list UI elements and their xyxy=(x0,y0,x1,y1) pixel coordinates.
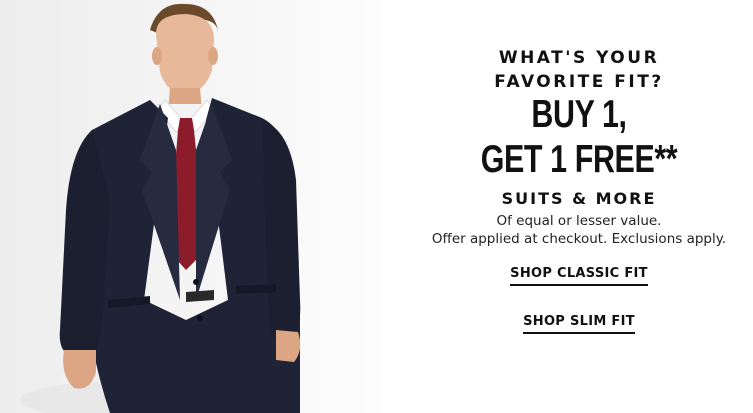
offer-note-line-2: Offer applied at checkout. Exclusions ap… xyxy=(431,231,727,247)
headline-line-1: BUY 1, xyxy=(531,93,627,136)
shop-classic-fit-link[interactable]: SHOP CLASSIC FIT xyxy=(510,266,648,286)
promo-copy: WHAT'S YOUR FAVORITE FIT? BUY 1, GET 1 F… xyxy=(405,46,753,334)
subhead: SUITS & MORE xyxy=(501,189,657,208)
shop-slim-fit-link[interactable]: SHOP SLIM FIT xyxy=(523,314,635,334)
eyebrow-line-2: FAVORITE FIT? xyxy=(494,72,664,92)
classic-fit-wrap: SHOP CLASSIC FIT xyxy=(405,262,753,286)
offer-note-line-1: Of equal or lesser value. xyxy=(496,213,662,229)
model-photo xyxy=(20,3,301,413)
headline-line-2: GET 1 FREE** xyxy=(480,138,678,181)
slim-fit-wrap: SHOP SLIM FIT xyxy=(405,310,753,334)
promo-banner[interactable]: WHAT'S YOUR FAVORITE FIT? BUY 1, GET 1 F… xyxy=(0,0,753,413)
eyebrow-line-1: WHAT'S YOUR xyxy=(498,48,660,68)
